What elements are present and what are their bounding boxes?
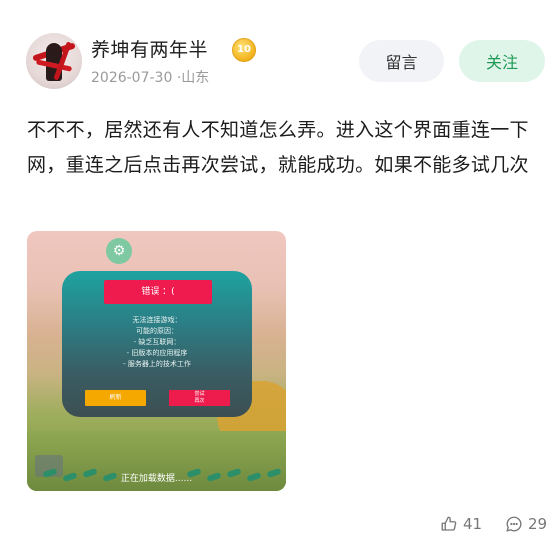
comment-button[interactable]: 留言 <box>359 40 444 82</box>
error-line: 可能的原因： <box>136 327 178 335</box>
thumbs-up-icon <box>440 515 458 533</box>
wrench-icon: ⚙ <box>106 238 132 264</box>
error-message: 无法连接游戏： 可能的原因： - 缺乏互联网： - 旧版本的应用程序 - 服务器… <box>92 315 222 370</box>
comment-count: 29 <box>528 515 548 533</box>
error-line: - 旧版本的应用程序 <box>126 349 188 357</box>
error-line: - 缺乏互联网： <box>133 338 181 346</box>
loading-text: 正在加载数据...... <box>120 474 193 484</box>
follow-button[interactable]: 关注 <box>459 40 545 82</box>
comment-bubble-icon <box>505 515 523 533</box>
level-badge: 10 <box>232 38 256 62</box>
post-location: ·山东 <box>176 70 210 86</box>
post-meta: 2026-07-30 ·山东 <box>91 67 209 87</box>
post-date: 2026-07-30 <box>91 70 173 86</box>
post-body: 不不不，居然还有人不知道怎么弄。进入这个界面重连一下网，重连之后点击再次尝试，就… <box>27 119 529 176</box>
like-count: 41 <box>463 515 483 533</box>
author-name[interactable]: 养坤有两年半 <box>91 35 208 62</box>
refresh-button: 刷新 <box>85 390 146 406</box>
retry-button: 尝试 再次 <box>169 390 230 406</box>
error-title: 错误 ：( <box>104 280 212 304</box>
retry-label: 尝试 <box>194 391 205 397</box>
like-stat[interactable]: 41 <box>440 515 482 533</box>
attached-image[interactable]: ⚙ 错误 ：( 无法连接游戏： 可能的原因： - 缺乏互联网： - 旧版本的应用… <box>27 231 286 491</box>
error-line: 无法连接游戏： <box>132 316 182 324</box>
comment-stat[interactable]: 29 <box>505 515 547 533</box>
author-avatar[interactable] <box>26 33 82 89</box>
error-line: - 服务器上的技术工作 <box>123 360 191 368</box>
retry-label: 再次 <box>194 398 205 404</box>
error-dialog: 错误 ：( 无法连接游戏： 可能的原因： - 缺乏互联网： - 旧版本的应用程序… <box>62 271 252 417</box>
